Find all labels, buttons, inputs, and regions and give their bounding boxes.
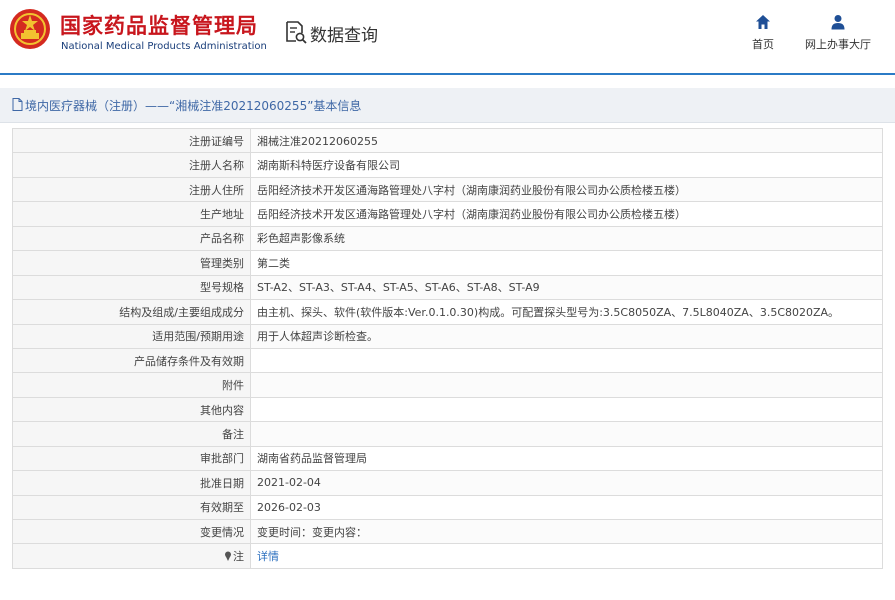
field-label: 有效期至 [12, 494, 251, 521]
field-label: 注册人住所 [12, 176, 251, 203]
table-row: 产品储存条件及有效期 [12, 347, 883, 374]
table-row: 管理类别 第二类 [12, 250, 883, 276]
breadcrumb: 境内医疗器械（注册）——“湘械注准20212060255”基本信息 [0, 88, 895, 123]
field-value: ST-A2、ST-A3、ST-A4、ST-A5、ST-A6、ST-A8、ST-A… [250, 274, 883, 301]
field-label: 管理类别 [12, 250, 251, 276]
nav-home-label: 首页 [752, 38, 774, 51]
pin-icon [225, 551, 231, 562]
field-label: 审批部门 [12, 445, 251, 472]
nav-service-hall-label: 网上办事大厅 [805, 38, 871, 51]
nav-home[interactable]: 首页 [742, 14, 784, 52]
field-label: 产品储存条件及有效期 [12, 347, 251, 374]
user-icon [831, 15, 845, 30]
table-row: 备注 [12, 421, 883, 447]
field-label: 变更情况 [12, 518, 251, 545]
site-header: 国家药品监督管理局 National Medical Products Admi… [0, 0, 895, 74]
table-row: 注册证编号 湘械注准20212060255 [12, 127, 883, 154]
field-label: 注册人名称 [12, 152, 251, 178]
field-value-note: 详情 [250, 543, 883, 569]
field-label: 备注 [12, 421, 251, 447]
field-value: 彩色超声影像系统 [250, 225, 883, 252]
field-value: 2021-02-04 [250, 470, 883, 496]
site-title: 国家药品监督管理局 [60, 14, 258, 38]
table-row: 其他内容 [12, 396, 883, 423]
field-label: 型号规格 [12, 274, 251, 301]
field-label-note: 注 [12, 543, 251, 569]
nav-service-hall[interactable]: 网上办事大厅 [800, 14, 876, 52]
table-row: 审批部门 湖南省药品监督管理局 [12, 445, 883, 472]
table-row: 附件 [12, 372, 883, 398]
table-row: 适用范围/预期用途 用于人体超声诊断检查。 [12, 323, 883, 349]
site-subtitle: National Medical Products Administration [61, 41, 267, 52]
field-value: 2026-02-03 [250, 494, 883, 521]
table-row-note: 注详情 [12, 543, 883, 569]
field-label: 生产地址 [12, 201, 251, 227]
table-row: 变更情况 变更时间：变更内容： [12, 518, 883, 545]
document-icon [12, 98, 23, 111]
table-row: 生产地址 岳阳经济技术开发区通海路管理处八字村（湖南康润药业股份有限公司办公质检楼… [12, 201, 883, 227]
field-label: 结构及组成/主要组成成分 [12, 299, 251, 325]
table-row: 注册人住所 岳阳经济技术开发区通海路管理处八字村（湖南康润药业股份有限公司办公质检… [12, 176, 883, 203]
table-row: 注册人名称 湖南斯科特医疗设备有限公司 [12, 152, 883, 178]
field-label: 批准日期 [12, 470, 251, 496]
field-label: 附件 [12, 372, 251, 398]
national-emblem-icon [10, 9, 50, 49]
details-link[interactable]: 详情 [257, 550, 279, 563]
field-value [250, 372, 883, 398]
field-label: 适用范围/预期用途 [12, 323, 251, 349]
document-search-icon [286, 21, 307, 44]
table-row: 产品名称 彩色超声影像系统 [12, 225, 883, 252]
breadcrumb-text: 境内医疗器械（注册）——“湘械注准20212060255”基本信息 [25, 99, 362, 113]
detail-table: 注册证编号 湘械注准20212060255 注册人名称 湖南斯科特医疗设备有限公司 注册… [12, 127, 883, 569]
field-value: 第二类 [250, 250, 883, 276]
home-icon [756, 15, 770, 29]
field-value: 变更时间：变更内容： [250, 518, 883, 545]
table-row: 结构及组成/主要组成成分 由主机、探头、软件(软件版本:Ver.0.1.0.30)… [12, 299, 883, 325]
field-value [250, 421, 883, 447]
field-value [250, 347, 883, 374]
field-value: 湘械注准20212060255 [250, 127, 883, 154]
field-label: 注册证编号 [12, 127, 251, 154]
header-divider [0, 73, 895, 75]
field-value [250, 396, 883, 423]
note-label: 注 [233, 550, 244, 564]
field-value: 岳阳经济技术开发区通海路管理处八字村（湖南康润药业股份有限公司办公质检楼五楼） [250, 201, 883, 227]
field-value: 湖南斯科特医疗设备有限公司 [250, 152, 883, 178]
field-value: 用于人体超声诊断检查。 [250, 323, 883, 349]
table-row: 型号规格 ST-A2、ST-A3、ST-A4、ST-A5、ST-A6、ST-A8、… [12, 274, 883, 301]
section-title: 数据查询 [310, 26, 378, 46]
field-value: 岳阳经济技术开发区通海路管理处八字村（湖南康润药业股份有限公司办公质检楼五楼） [250, 176, 883, 203]
field-value: 由主机、探头、软件(软件版本:Ver.0.1.0.30)构成。可配置探头型号为:… [250, 299, 883, 325]
table-row: 批准日期 2021-02-04 [12, 470, 883, 496]
field-value: 湖南省药品监督管理局 [250, 445, 883, 472]
field-label: 产品名称 [12, 225, 251, 252]
field-label: 其他内容 [12, 396, 251, 423]
table-row: 有效期至 2026-02-03 [12, 494, 883, 521]
